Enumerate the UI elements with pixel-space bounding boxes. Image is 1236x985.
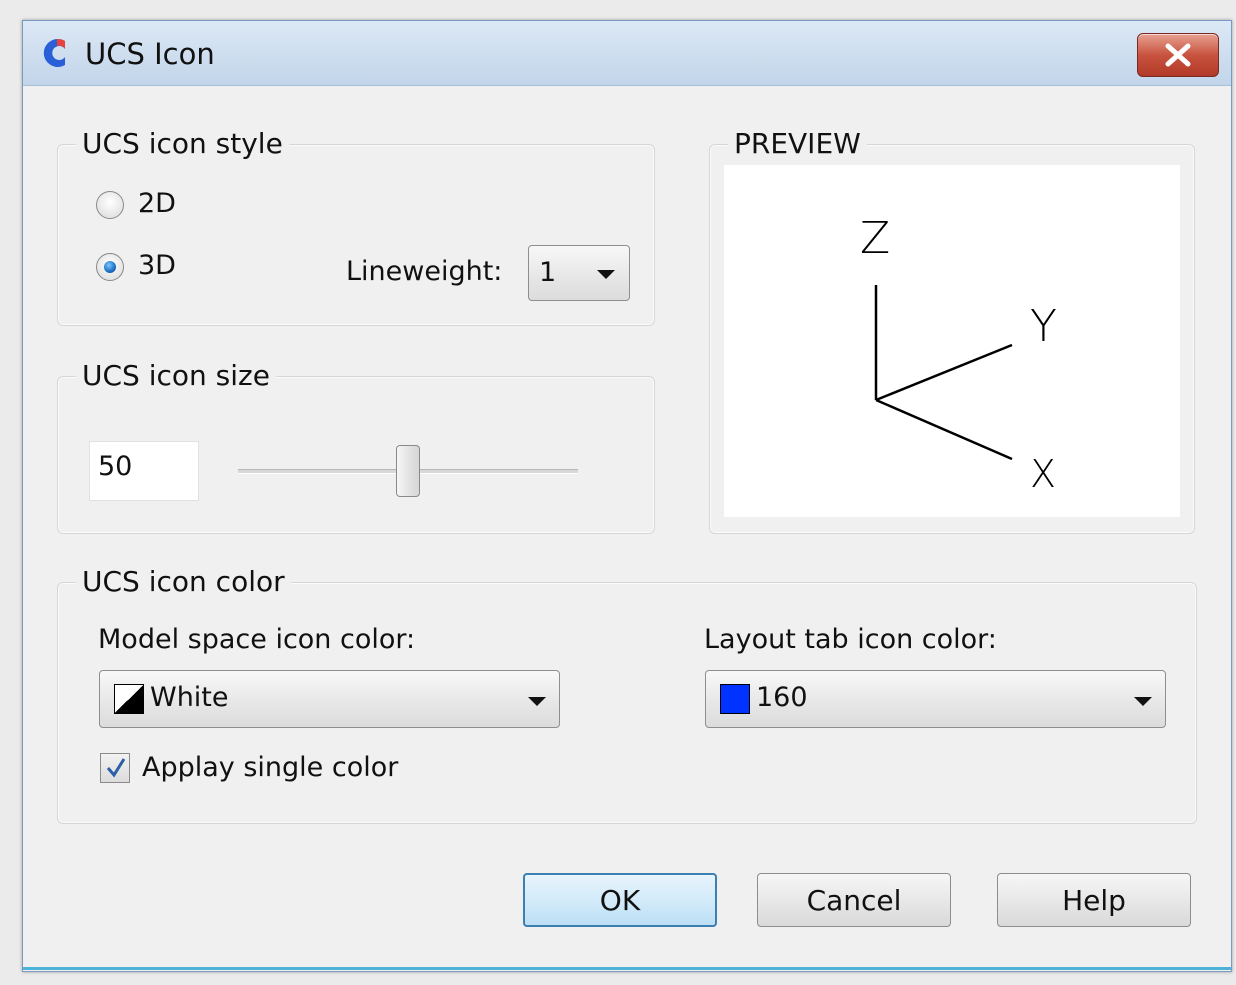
chevron-down-icon: [528, 697, 546, 706]
lineweight-select[interactable]: 1: [528, 245, 630, 301]
radio-3d[interactable]: [96, 253, 124, 281]
icon-style-group: UCS icon style 2D 3D Lineweight: 1: [57, 127, 655, 326]
layout-color-label: Layout tab icon color:: [704, 624, 997, 655]
checkmark-icon: [106, 758, 126, 778]
y-axis-line: [875, 343, 1013, 402]
close-icon: [1165, 43, 1191, 67]
icon-size-input[interactable]: 50: [89, 441, 199, 501]
radio-2d[interactable]: [96, 191, 124, 219]
chevron-down-icon: [1134, 697, 1152, 706]
layout-color-value: 160: [756, 682, 808, 713]
preview-canvas: Z Y X: [724, 165, 1180, 517]
blue-swatch-icon: [720, 684, 750, 714]
window-bottom-accent: [23, 967, 1231, 970]
y-axis-label: Y: [1030, 301, 1057, 352]
app-logo-icon: [35, 35, 71, 71]
icon-color-group: UCS icon color Model space icon color: W…: [57, 565, 1197, 824]
single-color-label: Applay single color: [142, 752, 399, 783]
model-color-label: Model space icon color:: [98, 624, 416, 655]
lineweight-label: Lineweight:: [346, 256, 503, 287]
x-axis-line: [875, 398, 1013, 461]
single-color-checkbox[interactable]: [100, 753, 130, 783]
icon-size-slider-thumb[interactable]: [396, 445, 420, 497]
ok-button[interactable]: OK: [523, 873, 717, 927]
radio-3d-label: 3D: [138, 250, 176, 281]
icon-size-group: UCS icon size 50: [57, 359, 655, 534]
ucs-icon-dialog: UCS Icon UCS icon style 2D 3D Lineweight…: [22, 20, 1232, 972]
model-color-select[interactable]: White: [99, 670, 560, 728]
x-axis-label: X: [1030, 452, 1056, 496]
cancel-button[interactable]: Cancel: [757, 873, 951, 927]
radio-2d-label: 2D: [138, 188, 176, 219]
layout-color-select[interactable]: 160: [705, 670, 1166, 728]
ucs-axes-graphic: Z Y X: [860, 213, 1057, 496]
icon-color-legend: UCS icon color: [76, 565, 291, 599]
z-axis-label: Z: [860, 213, 890, 264]
chevron-down-icon: [597, 270, 615, 279]
lineweight-value: 1: [539, 257, 557, 288]
icon-style-legend: UCS icon style: [76, 127, 289, 161]
help-button[interactable]: Help: [997, 873, 1191, 927]
model-color-value: White: [150, 682, 229, 713]
title-bar: UCS Icon: [23, 21, 1231, 86]
close-button[interactable]: [1137, 33, 1219, 77]
window-title: UCS Icon: [85, 37, 215, 71]
preview-group: PREVIEW Z Y X: [709, 127, 1195, 534]
icon-size-value: 50: [98, 451, 133, 482]
icon-size-legend: UCS icon size: [76, 359, 276, 393]
preview-legend: PREVIEW: [728, 127, 867, 161]
white-swatch-icon: [114, 684, 144, 714]
